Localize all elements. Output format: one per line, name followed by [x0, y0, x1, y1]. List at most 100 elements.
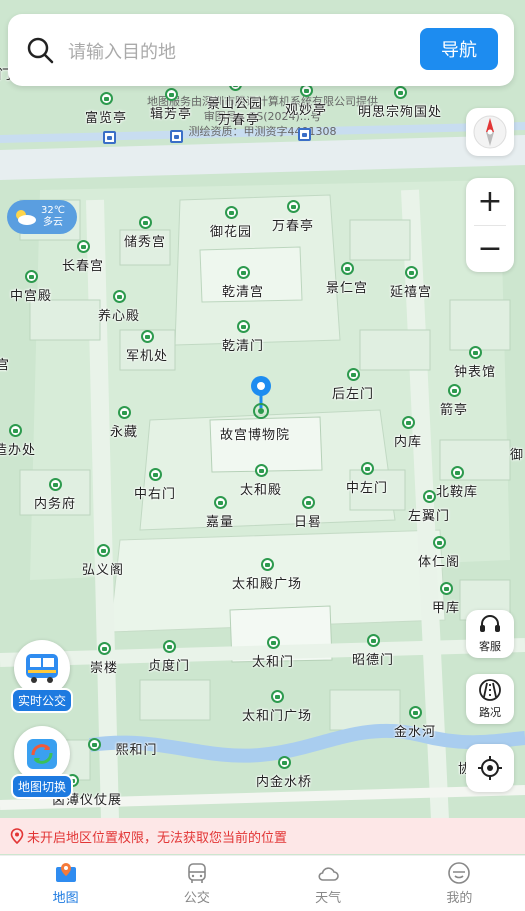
poi-marker[interactable]: 中右门: [134, 468, 176, 502]
poi-marker[interactable]: 钟表馆: [454, 346, 496, 380]
tab-label: 我的: [446, 891, 473, 906]
zoom-out-button[interactable]: −: [466, 225, 514, 272]
compass-button[interactable]: [466, 108, 514, 156]
poi-marker[interactable]: 景仁宫: [326, 262, 368, 296]
poi-marker[interactable]: 辑芳亭: [150, 88, 192, 122]
poi-icon: [401, 416, 415, 429]
poi-marker[interactable]: 左翼门: [408, 490, 450, 524]
poi-icon: [468, 346, 482, 359]
poi-marker[interactable]: 弘义阁: [82, 544, 124, 578]
poi-icon: [447, 384, 461, 397]
poi-icon: [270, 690, 284, 703]
poi-icon: [88, 738, 101, 751]
poi-icon: [260, 558, 274, 571]
bus-stop-marker[interactable]: [170, 130, 183, 143]
bus-stop-marker[interactable]: [298, 128, 311, 141]
poi-marker[interactable]: 军机处: [126, 330, 168, 364]
poi-marker[interactable]: 箭亭: [440, 384, 468, 418]
poi-marker[interactable]: 中宫殿: [10, 270, 52, 304]
tab-label: 地图: [52, 891, 79, 906]
weather-desc: 多云: [42, 217, 63, 228]
poi-marker[interactable]: 内务府: [34, 478, 76, 512]
poi-marker[interactable]: 贞度门: [148, 640, 190, 674]
poi-marker[interactable]: 万春亭: [272, 200, 314, 234]
poi-marker[interactable]: 内金水桥: [256, 756, 312, 790]
poi-marker[interactable]: 体仁阁: [418, 536, 460, 570]
poi-marker[interactable]: 甲库: [432, 582, 460, 616]
poi-marker[interactable]: 金水河: [394, 706, 436, 740]
bus-stop-icon: [170, 130, 183, 143]
poi-icon: [224, 206, 238, 219]
user-icon: [448, 862, 471, 884]
poi-icon: [164, 88, 178, 101]
poi-icon: [450, 466, 464, 479]
poi-marker[interactable]: 富览亭: [85, 92, 127, 126]
poi-icon: [24, 270, 38, 283]
poi-marker[interactable]: 长春宫: [62, 240, 104, 274]
poi-marker[interactable]: 延禧宫: [390, 266, 432, 300]
poi-marker[interactable]: 故宫博物院: [220, 422, 290, 443]
search-icon[interactable]: [26, 36, 54, 64]
tab-weather[interactable]: 天气: [263, 856, 394, 911]
poi-marker[interactable]: 后左门: [332, 368, 374, 402]
poi-marker[interactable]: 储秀宫: [124, 216, 166, 250]
poi-marker[interactable]: 明思宗殉国处: [358, 86, 442, 120]
weather-temp: 32℃: [41, 205, 65, 216]
poi-marker[interactable]: 太和殿广场: [232, 558, 302, 592]
headset-icon: [480, 615, 500, 632]
map-view[interactable]: 地图服务由深圳市腾讯计算机系统有限公司提供 审图号：GS(2024)...号 测…: [0, 0, 525, 855]
traffic-button[interactable]: 路况: [466, 674, 514, 724]
tab-profile[interactable]: 我的: [394, 856, 525, 911]
edge-label: 宫: [0, 358, 11, 373]
poi-icon: [148, 468, 162, 481]
poi-icon: [254, 464, 268, 477]
customer-service-button[interactable]: 客服: [466, 610, 514, 658]
crosshair-icon: [478, 756, 502, 780]
poi-icon: [439, 582, 453, 595]
poi-marker[interactable]: 崇楼: [90, 642, 118, 676]
zoom-in-button[interactable]: +: [466, 178, 514, 225]
bus-stop-marker[interactable]: [103, 131, 116, 144]
poi-marker[interactable]: 观妙亭: [285, 84, 327, 118]
destination-search-input[interactable]: [66, 36, 410, 68]
poi-icon: [162, 640, 176, 653]
poi-marker[interactable]: 熙和门: [88, 738, 161, 758]
poi-marker[interactable]: 造办处: [0, 424, 36, 458]
location-permission-warning[interactable]: 未开启地区位置权限，无法获取您当前的位置: [0, 818, 525, 854]
poi-marker[interactable]: 御花园: [210, 206, 252, 240]
poi-icon: [140, 330, 154, 343]
poi-marker[interactable]: 嘉量: [206, 496, 234, 530]
poi-marker[interactable]: 太和门广场: [242, 690, 312, 724]
poi-marker[interactable]: 中左门: [346, 462, 388, 496]
poi-marker[interactable]: 太和殿: [240, 464, 282, 498]
navigate-button[interactable]: 导航: [420, 28, 498, 70]
cloud-icon: [318, 867, 339, 881]
poi-marker[interactable]: 昭德门: [352, 634, 394, 668]
poi-icon: [432, 536, 446, 549]
poi-icon: [360, 462, 374, 475]
tab-map[interactable]: 地图: [0, 856, 131, 911]
poi-marker[interactable]: 乾清门: [222, 320, 264, 354]
map-switch-button[interactable]: 地图切换: [10, 726, 74, 799]
poi-marker[interactable]: 太和门: [252, 636, 294, 670]
poi-marker[interactable]: 养心殿: [98, 290, 140, 324]
poi-icon: [112, 290, 126, 303]
destination-pin-icon: [251, 376, 271, 419]
weather-badge[interactable]: 32℃ 多云: [7, 200, 77, 234]
poi-icon: [366, 634, 380, 647]
poi-icon: [76, 240, 90, 253]
realtime-bus-button[interactable]: 实时公交: [10, 640, 74, 713]
poi-icon: [408, 706, 422, 719]
bus-stop-icon: [103, 131, 116, 144]
location-pin-icon: [10, 828, 24, 844]
poi-icon: [236, 266, 250, 279]
bus-icon: [188, 863, 206, 883]
poi-marker[interactable]: 万春亭: [218, 94, 260, 128]
poi-marker[interactable]: 内库: [394, 416, 422, 450]
poi-marker[interactable]: 永藏: [110, 406, 138, 440]
plus-icon: +: [477, 184, 503, 219]
poi-marker[interactable]: 日晷: [294, 496, 322, 530]
poi-marker[interactable]: 乾清宫: [222, 266, 264, 300]
tab-bus[interactable]: 公交: [131, 856, 262, 911]
locate-button[interactable]: [466, 744, 514, 792]
